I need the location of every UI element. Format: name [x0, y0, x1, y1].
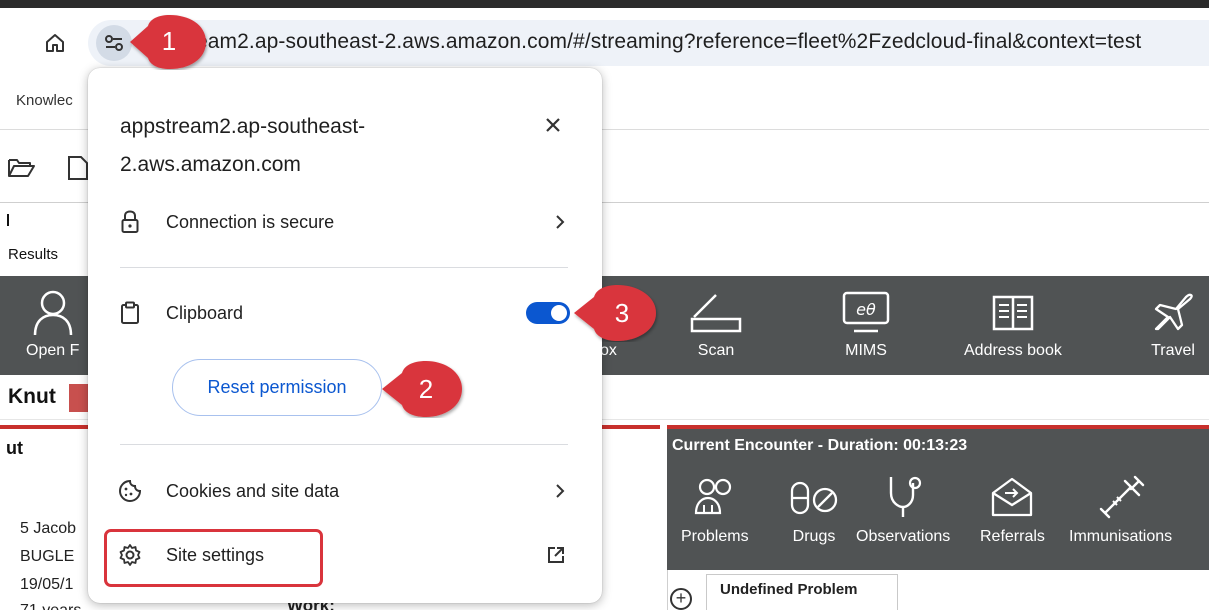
patient-details-title: ut	[6, 438, 23, 458]
home-button[interactable]	[40, 28, 70, 58]
drugs-icon	[790, 481, 838, 515]
airplane-icon	[1154, 293, 1193, 331]
callout-number-1: 1	[161, 26, 177, 56]
clipboard-icon	[121, 301, 139, 324]
toolbar-scan[interactable]: Scan	[686, 286, 746, 360]
toolbar-open-patient[interactable]: Open F	[26, 286, 79, 360]
encounter-observations[interactable]: Observations	[856, 472, 950, 546]
address-book-icon	[992, 295, 1034, 331]
encounter-drugs[interactable]: Drugs	[787, 472, 841, 546]
cookies-row[interactable]: Cookies and site data	[104, 468, 584, 514]
clipboard-permission-row: Clipboard	[104, 290, 584, 336]
tune-icon	[105, 35, 123, 51]
toolbar-label: ox	[600, 342, 617, 359]
patient-suburb-line: BUGLE	[20, 548, 75, 565]
open-folder-icon[interactable]	[6, 152, 36, 187]
referral-envelope-icon	[992, 477, 1033, 517]
clipboard-toggle[interactable]	[526, 302, 570, 324]
bookmark-item[interactable]: Knowlec	[16, 92, 73, 109]
site-settings-highlight	[104, 529, 323, 587]
window-top-border	[0, 0, 1209, 8]
home-icon	[46, 34, 64, 52]
encounter-label: Drugs	[792, 528, 836, 545]
popup-divider	[120, 267, 568, 268]
toolbar-label: Open F	[26, 342, 80, 359]
toolbar-address-book[interactable]: Address book	[964, 286, 1062, 360]
clipboard-label: Clipboard	[166, 302, 244, 323]
patient-name[interactable]: Knut	[8, 385, 56, 409]
popup-divider	[120, 444, 568, 445]
toolbar-label: Address book	[964, 342, 1062, 359]
popup-domain: appstream2.ap-southeast-2.aws.amazon.com	[120, 115, 366, 176]
mims-icon: eθ	[842, 291, 890, 333]
person-icon	[33, 290, 72, 336]
patient-address-line: 5 Jacob	[20, 520, 77, 537]
connection-security-row[interactable]: Connection is secure	[104, 199, 584, 245]
stethoscope-icon	[889, 476, 922, 517]
close-icon	[546, 118, 560, 132]
callout-number-3: 3	[614, 298, 630, 328]
patient-dob-line: 19/05/1	[20, 576, 74, 593]
toolbar-mims[interactable]: eθ MIMS	[840, 286, 892, 360]
popup-close-button[interactable]	[540, 112, 566, 138]
new-document-icon[interactable]	[64, 152, 90, 187]
results-label[interactable]: Results	[8, 246, 58, 263]
svg-text:eθ: eθ	[856, 300, 876, 319]
cookie-icon	[118, 479, 142, 503]
encounter-label: Observations	[856, 528, 951, 545]
external-link-icon	[548, 547, 564, 563]
patient-age-line: 71 years	[20, 602, 81, 610]
toolbar-label: Scan	[697, 342, 735, 359]
chevron-right-icon	[556, 215, 565, 229]
toolbar-label: Travel	[1151, 342, 1195, 359]
cookies-label: Cookies and site data	[166, 480, 340, 501]
encounter-referrals[interactable]: Referrals	[980, 472, 1045, 546]
tab-undefined-problem-label: Undefined Problem	[720, 581, 858, 598]
scanner-icon	[690, 294, 742, 333]
toolbar-travel[interactable]: Travel	[1148, 286, 1198, 360]
toggle-knob	[551, 305, 567, 321]
lock-icon	[121, 210, 139, 233]
results-marker	[7, 214, 9, 226]
toolbar-label: MIMS	[845, 342, 887, 359]
encounter-problems[interactable]: Problems	[681, 472, 749, 546]
encounter-label: Referrals	[980, 528, 1045, 545]
add-problem-icon[interactable]: +	[670, 588, 692, 610]
callout-number-2: 2	[418, 374, 434, 404]
encounter-label: Problems	[681, 528, 749, 545]
connection-label: Connection is secure	[166, 211, 335, 232]
encounter-label: Immunisations	[1069, 528, 1173, 545]
chevron-right-icon	[556, 484, 565, 498]
problems-icon	[694, 478, 731, 515]
encounter-title: Current Encounter - Duration: 00:13:23	[672, 437, 968, 454]
url-text[interactable]: eam2.ap-southeast-2.aws.amazon.com/#/str…	[196, 30, 1141, 54]
reset-permission-button[interactable]: Reset permission	[172, 359, 382, 416]
encounter-immunisations[interactable]: Immunisations	[1069, 472, 1172, 546]
syringe-icon	[1099, 475, 1144, 519]
